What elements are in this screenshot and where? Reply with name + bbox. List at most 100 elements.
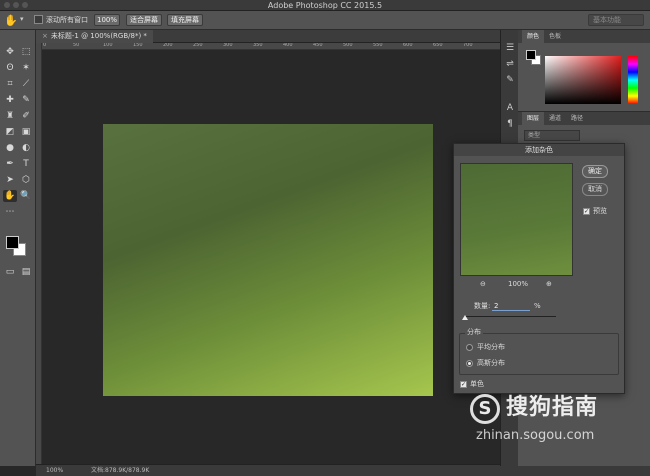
fit-screen-button[interactable]: 适合屏幕 — [126, 14, 162, 26]
marquee-tool-icon[interactable]: ⬚ — [19, 46, 33, 58]
scroll-all-windows-checkbox[interactable] — [34, 15, 43, 24]
amount-slider-track[interactable] — [464, 316, 556, 317]
preview-zoom-row: ⊖ 100% ⊕ — [480, 280, 560, 290]
ruler-tick: 250 — [193, 43, 203, 48]
ruler-tick: 450 — [313, 43, 323, 48]
ruler-tick: 200 — [163, 43, 173, 48]
document-canvas[interactable] — [103, 124, 433, 396]
hand-tool-button-icon[interactable]: ✋ — [3, 190, 17, 202]
panel-foreground-swatch[interactable] — [526, 50, 536, 60]
amount-slider-thumb[interactable] — [462, 315, 468, 320]
zoom-100-button[interactable]: 100% — [94, 14, 120, 26]
brush-panel-icon[interactable]: ✎ — [504, 74, 516, 86]
properties-panel-icon[interactable]: ⇌ — [504, 58, 516, 70]
ruler-tick: 400 — [283, 43, 293, 48]
history-brush-tool-icon[interactable]: ✐ — [19, 110, 33, 122]
amount-unit: % — [534, 302, 541, 310]
more-tools-icon[interactable]: ⋯ — [3, 206, 17, 218]
foreground-color-swatch[interactable] — [6, 236, 19, 249]
gaussian-radio[interactable] — [466, 360, 473, 367]
eyedropper-tool-icon[interactable]: ⟋ — [19, 78, 33, 90]
scroll-all-windows-label: 滚动所有窗口 — [46, 16, 88, 24]
watermark-url: zhinan.sogou.com — [476, 428, 595, 443]
zoom-out-icon[interactable]: ⊖ — [480, 280, 486, 289]
shape-tool-icon[interactable]: ⬡ — [19, 174, 33, 186]
sogou-logo-icon: S — [470, 394, 500, 424]
preview-zoom-level: 100% — [508, 280, 529, 288]
tab-channels[interactable]: 通道 — [544, 112, 566, 125]
tool-preset-chevron-icon[interactable]: ▾ — [20, 15, 24, 23]
healing-brush-tool-icon[interactable]: ✚ — [3, 94, 17, 106]
distribution-group — [459, 333, 619, 375]
tab-swatches[interactable]: 色板 — [544, 30, 566, 43]
ruler-tick: 700 — [463, 43, 473, 48]
watermark-brand: 搜狗指南 — [506, 395, 599, 420]
layer-filter-select[interactable]: 类型 — [524, 130, 580, 141]
ruler-tick: 600 — [403, 43, 413, 48]
lasso-tool-icon[interactable]: ʘ — [3, 62, 17, 74]
brush-tool-icon[interactable]: ✎ — [19, 94, 33, 106]
workspace-switcher[interactable]: 基本功能 — [588, 14, 644, 26]
ruler-tick: 150 — [133, 43, 143, 48]
ruler-tick: 50 — [73, 43, 80, 48]
layer-filter-label: 类型 — [528, 132, 541, 139]
type-tool-icon[interactable]: T — [19, 158, 33, 170]
hand-tool-icon[interactable]: ✋ — [4, 14, 18, 27]
document-tab[interactable]: × 未标题-1 @ 100%(RGB/8*) * — [36, 30, 153, 43]
document-tab-bar: × 未标题-1 @ 100%(RGB/8*) * — [36, 30, 500, 43]
amount-input[interactable]: 2 — [492, 302, 530, 311]
crop-tool-icon[interactable]: ⌗ — [3, 78, 17, 90]
color-panel: 颜色 色板 — [518, 30, 650, 112]
move-tool-icon[interactable]: ✥ — [3, 46, 17, 58]
app-title: Adobe Photoshop CC 2015.5 — [267, 1, 383, 10]
close-tab-icon[interactable]: × — [42, 32, 48, 40]
gradient-tool-icon[interactable]: ▣ — [19, 126, 33, 138]
preview-checkbox[interactable]: ✓ — [583, 208, 590, 215]
blur-tool-icon[interactable]: ● — [3, 142, 17, 154]
tab-paths[interactable]: 路径 — [566, 112, 588, 125]
history-panel-icon[interactable]: ☰ — [504, 42, 516, 54]
amount-label: 数量: — [474, 302, 491, 310]
distribution-label: 分布 — [465, 328, 483, 337]
ruler-tick: 300 — [223, 43, 233, 48]
window-controls[interactable] — [4, 2, 28, 8]
color-field[interactable] — [545, 56, 621, 104]
pen-tool-icon[interactable]: ✒ — [3, 158, 17, 170]
tab-color[interactable]: 颜色 — [522, 30, 545, 43]
eraser-tool-icon[interactable]: ◩ — [3, 126, 17, 138]
ok-button[interactable]: 确定 — [582, 165, 608, 178]
quick-mask-icon[interactable]: ▭ — [3, 266, 17, 278]
character-panel-icon[interactable]: A — [504, 102, 516, 114]
screen-mode-icon[interactable]: ▤ — [19, 266, 33, 278]
path-selection-tool-icon[interactable]: ➤ — [3, 174, 17, 186]
ruler-tick: 550 — [373, 43, 383, 48]
options-bar: ✋ ▾ 滚动所有窗口 100% 适合屏幕 填充屏幕 基本功能 — [0, 11, 650, 30]
ruler-tick: 350 — [253, 43, 263, 48]
watermark: S 搜狗指南 zhinan.sogou.com — [470, 392, 645, 452]
gaussian-label: 高斯分布 — [477, 359, 505, 367]
preview-label: 预览 — [593, 207, 607, 215]
filter-preview[interactable] — [460, 163, 573, 276]
paragraph-panel-icon[interactable]: ¶ — [504, 118, 516, 130]
horizontal-ruler: 0 50 100 150 200 250 300 350 400 450 500… — [42, 43, 500, 50]
clone-stamp-tool-icon[interactable]: ♜ — [3, 110, 17, 122]
document-tab-title: 未标题-1 @ 100%(RGB/8*) * — [50, 32, 147, 40]
magic-wand-tool-icon[interactable]: ✶ — [19, 62, 33, 74]
zoom-in-icon[interactable]: ⊕ — [546, 280, 552, 289]
title-bar: Adobe Photoshop CC 2015.5 — [0, 0, 650, 11]
cancel-button[interactable]: 取消 — [582, 183, 608, 196]
tab-layers[interactable]: 图层 — [522, 112, 545, 125]
uniform-radio[interactable] — [466, 344, 473, 351]
zoom-tool-icon[interactable]: 🔍 — [19, 190, 33, 202]
dodge-tool-icon[interactable]: ◐ — [19, 142, 33, 154]
hue-slider[interactable] — [628, 56, 638, 104]
fill-screen-button[interactable]: 填充屏幕 — [167, 14, 203, 26]
monochromatic-checkbox[interactable]: ✓ — [460, 381, 467, 388]
uniform-label: 平均分布 — [477, 343, 505, 351]
ruler-tick: 0 — [43, 43, 47, 48]
layers-panel-tabs: 图层 通道 路径 — [518, 112, 650, 125]
status-zoom[interactable]: 100% — [46, 465, 63, 476]
ruler-tick: 500 — [343, 43, 353, 48]
status-doc-info[interactable]: 文档:878.9K/878.9K — [91, 465, 149, 476]
ruler-tick: 100 — [103, 43, 113, 48]
